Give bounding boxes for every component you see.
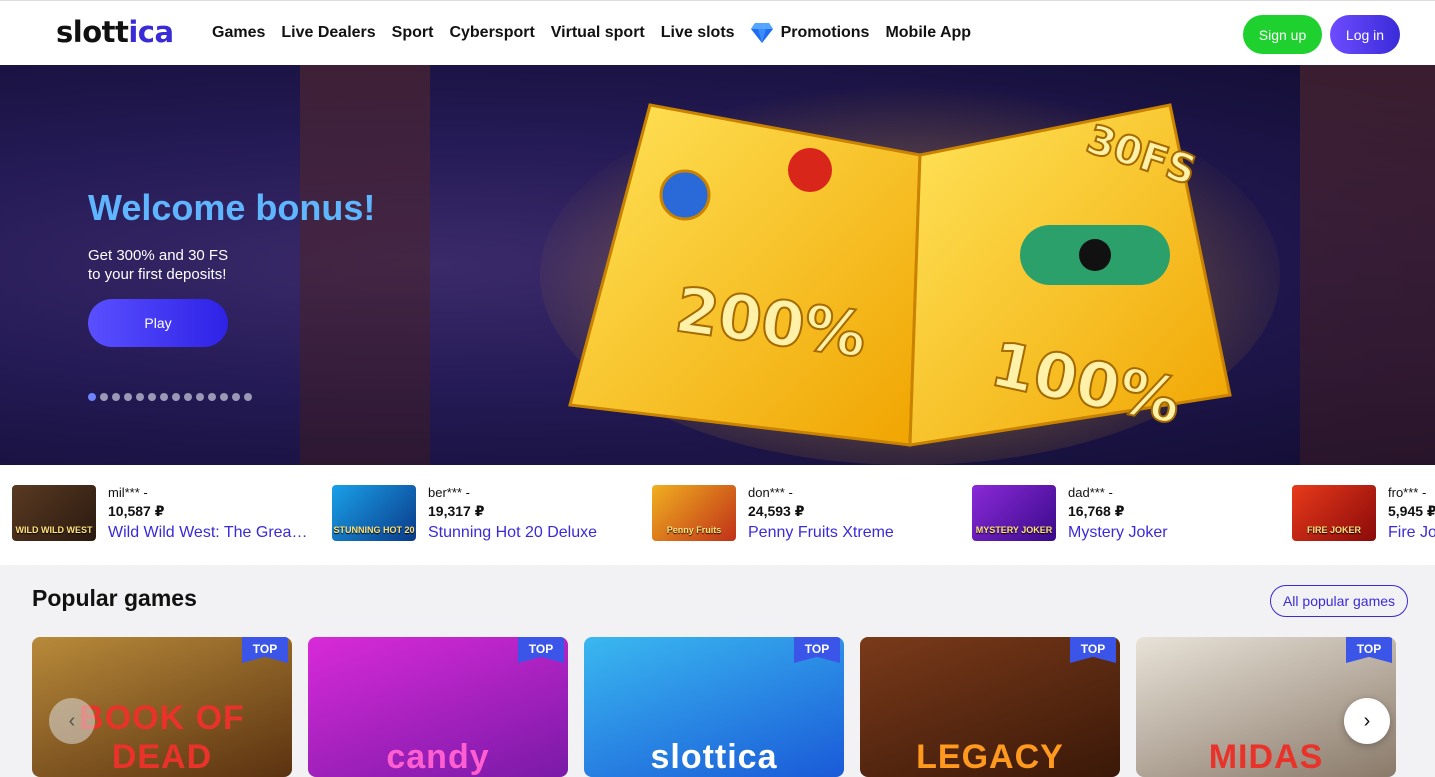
nav-live-dealers[interactable]: Live Dealers bbox=[281, 23, 375, 43]
carousel-dot[interactable] bbox=[232, 393, 240, 401]
game-thumbnail: STUNNING HOT 20 bbox=[332, 485, 416, 541]
carousel-dot[interactable] bbox=[184, 393, 192, 401]
signup-button[interactable]: Sign up bbox=[1243, 15, 1322, 54]
winner-user: don*** - bbox=[748, 485, 793, 500]
carousel-dot[interactable] bbox=[196, 393, 204, 401]
game-card-title: candy bbox=[386, 738, 490, 776]
carousel-dot[interactable] bbox=[220, 393, 228, 401]
winner-game-link[interactable]: Wild Wild West: The Great ... bbox=[108, 524, 308, 542]
game-thumbnail: FIRE JOKER bbox=[1292, 485, 1376, 541]
carousel-dot[interactable] bbox=[88, 393, 96, 401]
nav-live-slots[interactable]: Live slots bbox=[661, 23, 735, 43]
nav-mobile-app[interactable]: Mobile App bbox=[885, 23, 971, 43]
winner-game-link[interactable]: Penny Fruits Xtreme bbox=[748, 524, 948, 542]
hero-book-art: 200% 100% 30FS bbox=[530, 75, 1290, 465]
game-card-title: slottica bbox=[650, 738, 778, 776]
game-thumbnail: Penny Fruits bbox=[652, 485, 736, 541]
nav-promotions-label: Promotions bbox=[780, 24, 870, 41]
winner-user: fro*** - bbox=[1388, 485, 1427, 500]
winner-user: dad*** - bbox=[1068, 485, 1113, 500]
login-button[interactable]: Log in bbox=[1330, 15, 1400, 54]
game-card-title: LEGACY bbox=[916, 738, 1064, 776]
winner-amount: 24,593 ₽ bbox=[748, 503, 805, 519]
winner-game-link[interactable]: Fire Jo bbox=[1388, 524, 1435, 542]
carousel-dot[interactable] bbox=[124, 393, 132, 401]
carousel-dot[interactable] bbox=[172, 393, 180, 401]
recent-winners: WILD WILD WEST mil*** - 10,587 ₽ Wild Wi… bbox=[0, 465, 1435, 565]
game-thumbnail: MYSTERY JOKER bbox=[972, 485, 1056, 541]
main-nav: Games Live Dealers Sport Cybersport Virt… bbox=[212, 23, 971, 43]
carousel-dots bbox=[88, 393, 252, 401]
carousel-dot[interactable] bbox=[148, 393, 156, 401]
winner-user: mil*** - bbox=[108, 485, 148, 500]
carousel-dot[interactable] bbox=[160, 393, 168, 401]
all-popular-games-button[interactable]: All popular games bbox=[1270, 585, 1408, 617]
top-badge: TOP bbox=[794, 637, 840, 663]
hero-subtitle: Get 300% and 30 FS to your first deposit… bbox=[88, 247, 229, 283]
carousel-prev-button[interactable]: ‹ bbox=[49, 698, 95, 744]
nav-cybersport[interactable]: Cybersport bbox=[449, 23, 534, 43]
nav-games[interactable]: Games bbox=[212, 23, 265, 43]
carousel-next-button[interactable]: › bbox=[1344, 698, 1390, 744]
hero-bg-pillar bbox=[1300, 65, 1435, 465]
hero-title: Welcome bonus! bbox=[88, 187, 376, 228]
hero-banner[interactable]: 200% 100% 30FS Welcome bonus! Get 300% a… bbox=[0, 65, 1435, 465]
carousel-dot[interactable] bbox=[244, 393, 252, 401]
top-badge: TOP bbox=[518, 637, 564, 663]
carousel-dot[interactable] bbox=[112, 393, 120, 401]
winner-game-link[interactable]: Mystery Joker bbox=[1068, 524, 1268, 542]
winner-amount: 5,945 ₽ bbox=[1388, 503, 1435, 519]
game-thumbnail: WILD WILD WEST bbox=[12, 485, 96, 541]
winner-amount: 16,768 ₽ bbox=[1068, 503, 1125, 519]
top-badge: TOP bbox=[1346, 637, 1392, 663]
play-button[interactable]: Play bbox=[88, 299, 228, 347]
winner-amount: 19,317 ₽ bbox=[428, 503, 485, 519]
carousel-dot[interactable] bbox=[208, 393, 216, 401]
game-card-title: MIDAS bbox=[1208, 738, 1324, 776]
chevron-left-icon: ‹ bbox=[68, 709, 76, 732]
winner-user: ber*** - bbox=[428, 485, 470, 500]
winner-amount: 10,587 ₽ bbox=[108, 503, 165, 519]
winner-game-link[interactable]: Stunning Hot 20 Deluxe bbox=[428, 524, 628, 542]
game-card[interactable]: TOP LEGACY bbox=[860, 637, 1120, 777]
chevron-right-icon: › bbox=[1363, 709, 1371, 732]
diamond-icon bbox=[750, 23, 773, 43]
game-card[interactable]: TOP candy bbox=[308, 637, 568, 777]
site-logo[interactable]: slottica bbox=[56, 15, 174, 49]
nav-sport[interactable]: Sport bbox=[392, 23, 434, 43]
nav-virtual-sport[interactable]: Virtual sport bbox=[551, 23, 645, 43]
top-badge: TOP bbox=[242, 637, 288, 663]
carousel-dot[interactable] bbox=[100, 393, 108, 401]
site-header: slottica Games Live Dealers Sport Cybers… bbox=[0, 0, 1435, 65]
golden-book-illustration: 200% 100% 30FS bbox=[540, 85, 1280, 465]
game-card[interactable]: TOP slottica bbox=[584, 637, 844, 777]
zigzag-divider bbox=[0, 558, 1435, 566]
carousel-dot[interactable] bbox=[136, 393, 144, 401]
top-badge: TOP bbox=[1070, 637, 1116, 663]
section-title: Popular games bbox=[32, 585, 197, 611]
nav-promotions[interactable]: Promotions bbox=[750, 23, 870, 43]
